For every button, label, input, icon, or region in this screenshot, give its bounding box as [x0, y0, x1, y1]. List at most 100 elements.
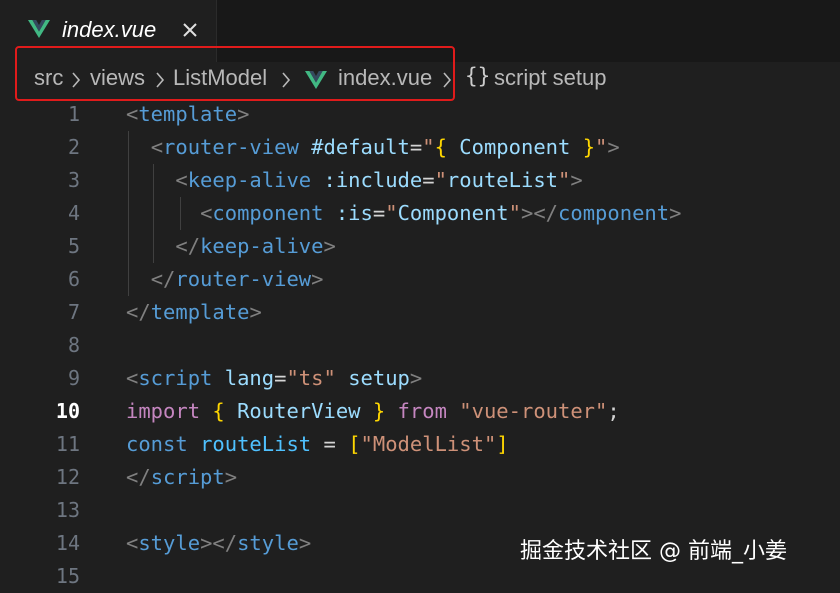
code-token: = [422, 168, 435, 192]
code-line[interactable]: 12 </script> [0, 461, 840, 494]
code-token: " [595, 135, 608, 159]
code-token: > [298, 531, 312, 555]
code-token: "vue-router" [459, 399, 608, 423]
code-line[interactable]: 7 </template> [0, 296, 840, 329]
code-token: router-view [163, 135, 299, 159]
code-token: lang [224, 366, 275, 390]
code-token: < [150, 135, 164, 159]
code-token: < [126, 531, 139, 555]
code-token: > [409, 366, 423, 390]
code-line[interactable]: 9 <script lang="ts" setup> [0, 362, 840, 395]
braces-icon: {} [465, 64, 491, 88]
code-line[interactable]: 5 </keep-alive> [0, 230, 840, 263]
code-text: <keep-alive :include="routeList"> [126, 164, 583, 197]
code-token: ></ [200, 531, 238, 555]
code-token: from [397, 399, 447, 423]
code-token: Component [397, 201, 509, 225]
code-token: </ [150, 267, 176, 291]
code-token: template [150, 300, 250, 324]
code-token: script [138, 366, 213, 390]
code-token: component [212, 201, 324, 225]
code-text: </script> [126, 461, 237, 494]
code-text: import { RouterView } from "vue-router"; [126, 395, 620, 428]
code-line[interactable]: 3 <keep-alive :include="routeList"> [0, 164, 840, 197]
code-text: <template> [126, 98, 249, 131]
code-token: { [434, 135, 447, 159]
code-token: > [311, 267, 324, 291]
line-number: 6 [67, 267, 80, 291]
line-number: 14 [55, 531, 80, 555]
code-line[interactable]: 13 [0, 494, 840, 527]
code-token: > [570, 168, 583, 192]
code-token: ] [496, 432, 509, 456]
code-token: [ [348, 432, 361, 456]
breadcrumb-item-script-setup[interactable]: script setup [494, 65, 607, 91]
code-line[interactable]: 2 <router-view #default="{ Component }"> [0, 131, 840, 164]
code-token: "ts" [286, 366, 336, 390]
code-token: routeList [446, 168, 559, 192]
line-number: 8 [67, 333, 80, 357]
code-token: keep-alive [187, 168, 312, 192]
code-token: " [385, 201, 398, 225]
code-line[interactable]: 1 <template> [0, 98, 840, 131]
code-token: :is [335, 201, 373, 225]
line-number: 3 [67, 168, 80, 192]
line-number: 11 [55, 432, 80, 456]
code-token: keep-alive [200, 234, 324, 258]
code-token: const [126, 432, 188, 456]
code-line[interactable]: 10 import { RouterView } from "vue-router… [0, 395, 840, 428]
line-number: 2 [67, 135, 80, 159]
code-token: ></ [521, 201, 559, 225]
code-token: < [126, 366, 139, 390]
code-token: "ModelList" [360, 432, 497, 456]
code-line[interactable]: 11 const routeList = ["ModelList"] [0, 428, 840, 461]
code-token: #default [311, 135, 410, 159]
code-text: </keep-alive> [126, 230, 336, 263]
code-token: template [138, 102, 238, 126]
vue-icon [28, 20, 50, 38]
code-token: RouterView [237, 399, 361, 423]
line-number: 10 [55, 399, 80, 423]
code-token: </ [126, 465, 151, 489]
line-number: 1 [67, 102, 80, 126]
code-token: } [582, 135, 596, 159]
code-line[interactable]: 8 [0, 329, 840, 362]
code-token: script [150, 465, 225, 489]
code-token: :include [323, 168, 423, 192]
code-text: <component :is="Component"></component> [126, 197, 681, 230]
code-token: < [200, 201, 213, 225]
code-text: <script lang="ts" setup> [126, 362, 422, 395]
line-number: 7 [67, 300, 80, 324]
code-token: " [508, 201, 521, 225]
code-line[interactable]: 6 </router-view> [0, 263, 840, 296]
code-token: ; [607, 399, 620, 423]
code-token: component [558, 201, 670, 225]
code-token: = [409, 135, 423, 159]
code-token: style [237, 531, 299, 555]
code-token: router-view [175, 267, 312, 291]
watermark: 掘金技术社区 @ 前端_小姜 [520, 539, 787, 564]
code-token: = [372, 201, 386, 225]
code-line[interactable]: 4 <component :is="Component"></component… [0, 197, 840, 230]
code-token: > [669, 201, 682, 225]
code-token: > [323, 234, 336, 258]
code-token: > [237, 102, 250, 126]
code-text: </router-view> [126, 263, 324, 296]
code-editor[interactable]: 1 <template> 2 <router-view #default="{ Co… [0, 98, 840, 588]
code-token: Component [459, 135, 571, 159]
code-text: const routeList = ["ModelList"] [126, 428, 509, 461]
code-text: <router-view #default="{ Component }"> [126, 131, 620, 164]
line-number: 12 [55, 465, 80, 489]
close-icon[interactable] [182, 22, 198, 38]
code-token: import [126, 399, 201, 423]
